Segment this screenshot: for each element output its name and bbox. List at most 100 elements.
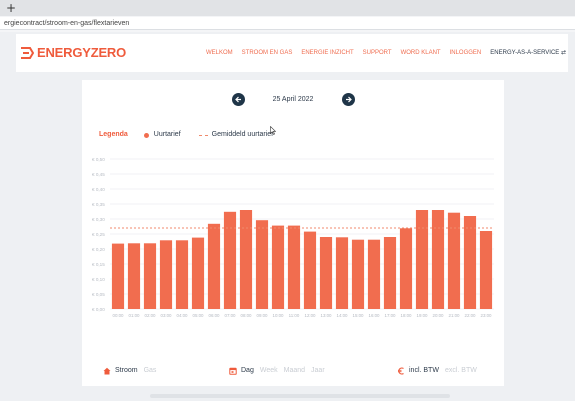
price-bar <box>175 240 189 309</box>
price-card: 25 April 2022 Legenda Uurtarief Gemiddel… <box>82 80 504 386</box>
price-bar <box>223 211 237 309</box>
x-tick-label: 10:00 <box>273 313 285 318</box>
browser-chrome: + ergiecontract/stroom-en-gas/flextariev… <box>0 0 575 32</box>
arrow-right-icon <box>346 96 352 103</box>
main-nav: WELKOM STROOM EN GAS ENERGIE INZICHT SUP… <box>197 48 566 58</box>
price-bar <box>431 210 445 309</box>
x-tick-label: 14:00 <box>337 313 349 318</box>
y-tick-label: € 0,40 <box>92 187 105 192</box>
price-chart: € 0,50 € 0,45 € 0,40 € 0,35 € 0,30 € 0,25 € 0,… <box>92 157 494 318</box>
price-bar <box>319 237 333 309</box>
price-bar <box>191 237 205 309</box>
nav-item-energie-inzicht[interactable]: ENERGIE INZICHT <box>301 48 353 58</box>
legend-title: Legenda <box>99 131 128 138</box>
price-bar <box>271 225 285 309</box>
x-tick-label: 09:00 <box>257 313 269 318</box>
vat-option-excl[interactable]: excl. BTW <box>445 365 477 377</box>
y-tick-label: € 0,25 <box>92 232 105 237</box>
x-tick-label: 17:00 <box>385 313 397 318</box>
price-bar <box>303 231 317 309</box>
logo[interactable]: ENERGYZERO <box>20 44 126 62</box>
nav-item-stroom-en-gas[interactable]: STROOM EN GAS <box>242 48 293 58</box>
x-tick-label: 18:00 <box>401 313 413 318</box>
legend-dot-icon <box>143 132 149 138</box>
x-tick-label: 13:00 <box>321 313 333 318</box>
nav-item-support[interactable]: SUPPORT <box>363 48 392 58</box>
x-tick-label: 22:00 <box>465 313 477 318</box>
nav-item-word-klant[interactable]: WORD KLANT <box>401 48 441 58</box>
x-tick-label: 11:00 <box>289 313 300 318</box>
period-option-maand[interactable]: Maand <box>284 365 305 377</box>
y-tick-label: € 0,45 <box>92 172 105 177</box>
tab-strip: + <box>0 0 575 16</box>
chart-options: Stroom Gas Dag Week Maand Jaar incl. BTW… <box>82 365 504 377</box>
new-tab-button[interactable]: + <box>4 2 18 14</box>
chart-legend: Legenda Uurtarief Gemiddeld uurtarief <box>99 130 291 140</box>
price-bar <box>335 237 349 309</box>
calendar-icon <box>229 367 237 375</box>
period-option-jaar[interactable]: Jaar <box>311 365 325 377</box>
site-header: ENERGYZERO WELKOM STROOM EN GAS ENERGIE … <box>16 34 568 72</box>
price-bar <box>207 223 221 309</box>
x-tick-label: 03:00 <box>161 313 173 318</box>
nav-item-energy-as-a-service[interactable]: ENERGY-AS-A-SERVICE ⇄ <box>490 48 566 58</box>
nav-item-inloggen[interactable]: INLOGGEN <box>450 48 482 58</box>
price-bar <box>479 231 493 309</box>
price-bar <box>383 237 397 309</box>
price-bar <box>255 220 269 309</box>
arrow-left-icon <box>235 96 241 103</box>
price-bar <box>463 216 477 309</box>
y-tick-label: € 0,30 <box>92 217 105 222</box>
x-tick-label: 20:00 <box>433 313 445 318</box>
footer-note <box>150 394 450 398</box>
y-tick-label: € 0,05 <box>92 292 105 297</box>
price-bar <box>287 225 301 309</box>
x-tick-label: 23:00 <box>481 313 493 318</box>
x-tick-label: 12:00 <box>305 313 317 318</box>
logo-icon <box>21 47 34 59</box>
address-bar[interactable]: ergiecontract/stroom-en-gas/flextarieven <box>0 17 575 30</box>
price-bar <box>367 239 381 309</box>
price-bar <box>239 210 253 309</box>
vat-selector: incl. BTW excl. BTW <box>397 365 483 377</box>
date-navigator: 25 April 2022 <box>232 93 355 107</box>
x-tick-label: 19:00 <box>417 313 429 318</box>
period-selector: Dag Week Maand Jaar <box>229 365 331 377</box>
price-bar <box>143 243 157 309</box>
price-bar <box>399 228 413 309</box>
x-tick-label: 16:00 <box>369 313 381 318</box>
energy-type-selector: Stroom Gas <box>103 365 162 377</box>
legend-dash-icon <box>198 134 208 136</box>
energy-option-gas[interactable]: Gas <box>144 365 157 377</box>
energy-option-stroom[interactable]: Stroom <box>115 365 138 377</box>
y-tick-label: € 0,20 <box>92 247 105 252</box>
y-tick-label: € 0,50 <box>92 157 105 162</box>
y-tick-label: € 0,15 <box>92 262 105 267</box>
mouse-cursor-icon <box>270 126 276 135</box>
logo-text: ENERGYZERO <box>37 45 127 60</box>
x-tick-label: 06:00 <box>209 313 221 318</box>
euro-icon <box>398 367 404 375</box>
next-day-button[interactable] <box>342 93 355 106</box>
x-tick-label: 21:00 <box>449 313 461 318</box>
x-tick-label: 08:00 <box>241 313 253 318</box>
x-tick-label: 05:00 <box>193 313 205 318</box>
legend-hourly: Uurtarief <box>153 131 181 138</box>
x-tick-label: 02:00 <box>145 313 157 318</box>
current-date: 25 April 2022 <box>272 96 314 103</box>
previous-day-button[interactable] <box>232 93 245 106</box>
price-bar <box>127 243 141 309</box>
vat-option-incl[interactable]: incl. BTW <box>409 365 439 377</box>
price-bar <box>111 243 125 309</box>
y-tick-label: € 0,00 <box>92 307 105 312</box>
price-bar <box>351 239 365 309</box>
period-option-week[interactable]: Week <box>260 365 278 377</box>
x-tick-label: 07:00 <box>225 313 237 318</box>
home-icon <box>103 367 111 375</box>
price-bar <box>159 240 173 309</box>
y-tick-label: € 0,35 <box>92 202 105 207</box>
period-option-dag[interactable]: Dag <box>241 365 254 377</box>
legend-average: Gemiddeld uurtarief <box>211 131 274 138</box>
nav-item-welkom[interactable]: WELKOM <box>206 48 233 58</box>
x-tick-label: 15:00 <box>353 313 365 318</box>
